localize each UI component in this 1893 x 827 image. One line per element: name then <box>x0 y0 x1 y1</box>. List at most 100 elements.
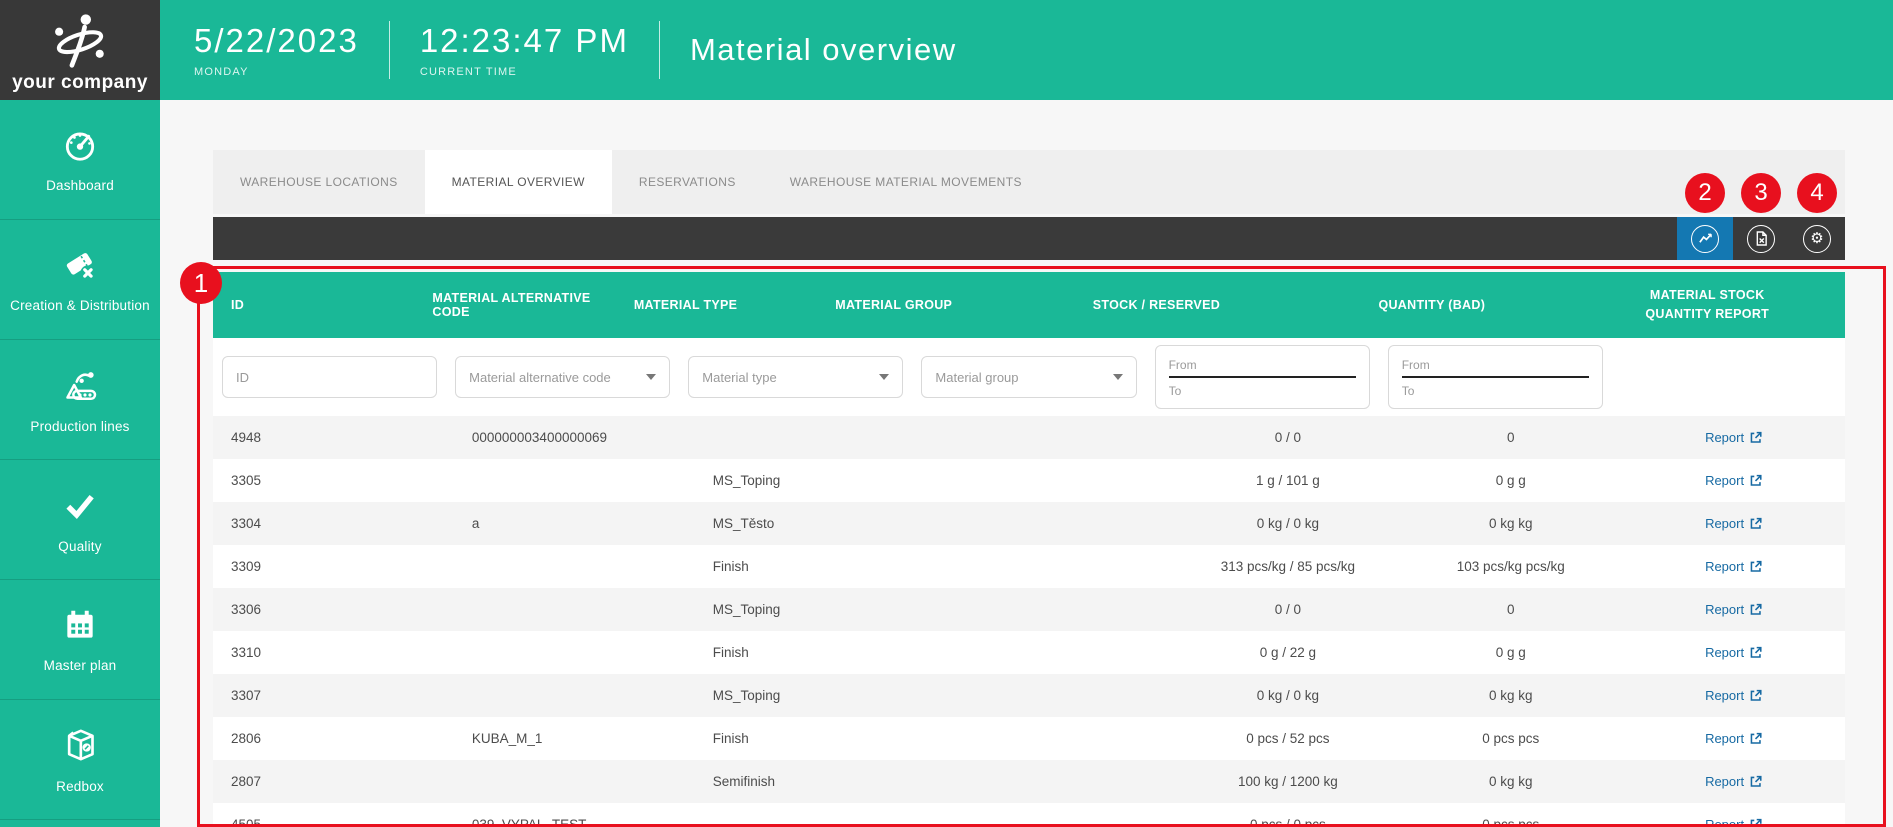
cell-stock-reserved: 0 kg / 0 kg <box>1256 688 1320 703</box>
table-row-3310[interactable]: 3310 Finish 0 g / 22 g 0 g g Report <box>213 631 1845 674</box>
table-row-2806[interactable]: 2806 KUBA_M_1 Finish 0 pcs / 52 pcs 0 pcs pc… <box>213 717 1845 760</box>
tab-warehouse-locations[interactable]: WAREHOUSE LOCATIONS <box>213 150 425 214</box>
cell-id: 3306 <box>231 602 262 617</box>
external-link-icon <box>1749 775 1762 788</box>
cell-quantity-bad: 0 <box>1506 602 1515 617</box>
table-row-4505[interactable]: 4505 039_VYPAL_TEST 0 pcs / 0 pcs 0 pcs pcs… <box>213 803 1845 827</box>
material-type-filter-cell: Material type <box>679 356 912 398</box>
material-type-filter-select[interactable]: Material type <box>688 356 904 398</box>
tab-material-overview[interactable]: MATERIAL OVERVIEW <box>424 150 612 214</box>
current-time: 12:23:47 PM <box>419 22 629 59</box>
cell-report: Report <box>1622 774 1845 789</box>
report-link[interactable]: Report <box>1705 688 1762 703</box>
column-header-stock-reserved[interactable]: STOCK / RESERVED <box>1019 272 1294 338</box>
external-link-icon <box>1749 474 1762 487</box>
table-row-4948[interactable]: 4948 000000003400000069 0 / 0 0 Report <box>213 416 1845 459</box>
sidebar-item-production-lines[interactable]: Production lines <box>0 340 160 460</box>
ticket-x-icon <box>61 246 99 289</box>
column-header-material-stock-quantity-report[interactable]: MATERIAL STOCK QUANTITY REPORT <box>1570 272 1845 338</box>
cell-stock-reserved: 0 pcs / 52 pcs <box>1246 731 1330 746</box>
table-row-3307[interactable]: 3307 MS_Toping 0 kg / 0 kg 0 kg kg Report <box>213 674 1845 717</box>
sidebar-item-label: Quality <box>58 539 102 554</box>
sidebar-item-master-plan[interactable]: Master plan <box>0 580 160 700</box>
table-row-3306[interactable]: 3306 MS_Toping 0 / 0 0 Report <box>213 588 1845 631</box>
cell-id: 3307 <box>231 688 262 703</box>
quantity-to-input[interactable] <box>1401 378 1589 403</box>
table-row-3305[interactable]: 3305 MS_Toping 1 g / 101 g 0 g g Report <box>213 459 1845 502</box>
main-panel: 5/22/2023 MONDAY 12:23:47 PM CURRENT TIM… <box>160 0 1893 827</box>
gauge-icon <box>61 126 99 169</box>
sidebar-item-creation-distribution[interactable]: Creation & Distribution <box>0 220 160 340</box>
calendar-icon <box>61 606 99 649</box>
report-link[interactable]: Report <box>1705 602 1762 617</box>
table-row-2807[interactable]: 2807 Semifinish 100 kg / 1200 kg 0 kg kg Rep… <box>213 760 1845 803</box>
id-filter-input[interactable] <box>222 356 438 398</box>
sidebar-item-quality[interactable]: Quality <box>0 460 160 580</box>
current-day-label: MONDAY <box>194 66 249 78</box>
table-filter-row: Material alternative code Material type … <box>213 338 1845 416</box>
report-link-label: Report <box>1705 473 1745 488</box>
stock-from-input[interactable] <box>1168 353 1356 378</box>
table-header-row: ID MATERIAL ALTERNATIVE CODE MATERIAL TYPE… <box>213 272 1845 338</box>
line-chart-button[interactable] <box>1677 217 1733 260</box>
report-link-label: Report <box>1705 688 1745 703</box>
current-date: 5/22/2023 <box>194 22 359 59</box>
chevron-down-icon <box>879 374 890 380</box>
export-file-button[interactable] <box>1733 217 1789 260</box>
settings-gear-button-wrap: 4 ⚙ <box>1789 173 1845 260</box>
sidebar-item-label: Dashboard <box>46 178 114 193</box>
external-link-icon <box>1749 560 1762 573</box>
report-link-label: Report <box>1705 430 1745 445</box>
cell-id: 2806 <box>231 731 262 746</box>
column-header-id[interactable]: ID <box>213 272 414 338</box>
column-header-material-type[interactable]: MATERIAL TYPE <box>616 272 817 338</box>
cell-id: 3310 <box>231 645 262 660</box>
time-block: 12:23:47 PM CURRENT TIME <box>420 22 629 78</box>
report-link[interactable]: Report <box>1705 516 1762 531</box>
table-row-3304[interactable]: 3304 a MS_Těsto 0 kg / 0 kg 0 kg kg Report <box>213 502 1845 545</box>
line-chart-icon <box>1691 224 1719 253</box>
sidebar-item-dashboard[interactable]: Dashboard <box>0 100 160 220</box>
filter-placeholder: Material type <box>702 369 777 385</box>
column-header-quantity-bad[interactable]: QUANTITY (BAD) <box>1294 272 1569 338</box>
report-link-label: Report <box>1705 645 1745 660</box>
table-body: 4948 000000003400000069 0 / 0 0 Report 3305 MS… <box>213 416 1845 827</box>
cell-id: 3305 <box>231 473 262 488</box>
sidebar-nav: Dashboard Creation & Distribution Producti… <box>0 100 160 827</box>
quantity-from-input[interactable] <box>1401 353 1589 378</box>
tab-warehouse-material-movements[interactable]: WAREHOUSE MATERIAL MOVEMENTS <box>763 150 1049 214</box>
column-header-material-group[interactable]: MATERIAL GROUP <box>817 272 1018 338</box>
cell-quantity-bad: 103 pcs/kg pcs/kg <box>1456 559 1565 574</box>
sidebar-item-label: Production lines <box>30 419 130 434</box>
report-link[interactable]: Report <box>1705 473 1762 488</box>
sidebar-item-redbox[interactable]: Redbox <box>0 700 160 820</box>
report-link[interactable]: Report <box>1705 430 1762 445</box>
report-link[interactable]: Report <box>1705 817 1762 827</box>
sidebar-item-label: Creation & Distribution <box>10 298 150 313</box>
report-link[interactable]: Report <box>1705 645 1762 660</box>
column-header-material-alternative-code[interactable]: MATERIAL ALTERNATIVE CODE <box>414 272 615 338</box>
brand-name: your company <box>12 72 148 93</box>
material-group-filter-select[interactable]: Material group <box>921 356 1137 398</box>
cell-id: 4505 <box>231 817 262 827</box>
cell-quantity-bad: 0 kg kg <box>1488 688 1533 703</box>
report-link[interactable]: Report <box>1705 774 1762 789</box>
company-logo-icon <box>55 14 104 68</box>
cell-report: Report <box>1622 516 1845 531</box>
content-area: WAREHOUSE LOCATIONS MATERIAL OVERVIEW RESE… <box>160 100 1893 827</box>
report-link[interactable]: Report <box>1705 559 1762 574</box>
report-link-label: Report <box>1705 817 1745 827</box>
cell-stock-reserved: 100 kg / 1200 kg <box>1237 774 1338 789</box>
settings-gear-button[interactable]: ⚙ <box>1789 217 1845 260</box>
cell-id: 3304 <box>231 516 262 531</box>
external-link-icon <box>1749 732 1762 745</box>
material-alternative-code-filter-select[interactable]: Material alternative code <box>455 356 671 398</box>
tab-reservations[interactable]: RESERVATIONS <box>612 150 763 214</box>
report-link[interactable]: Report <box>1705 731 1762 746</box>
cell-alt-code: 000000003400000069 <box>471 430 608 445</box>
stock-to-input[interactable] <box>1168 378 1356 403</box>
cell-report: Report <box>1622 688 1845 703</box>
filter-placeholder: Material alternative code <box>469 369 611 385</box>
report-link-label: Report <box>1705 559 1745 574</box>
table-row-3309[interactable]: 3309 Finish 313 pcs/kg / 85 pcs/kg 103 pcs/… <box>213 545 1845 588</box>
